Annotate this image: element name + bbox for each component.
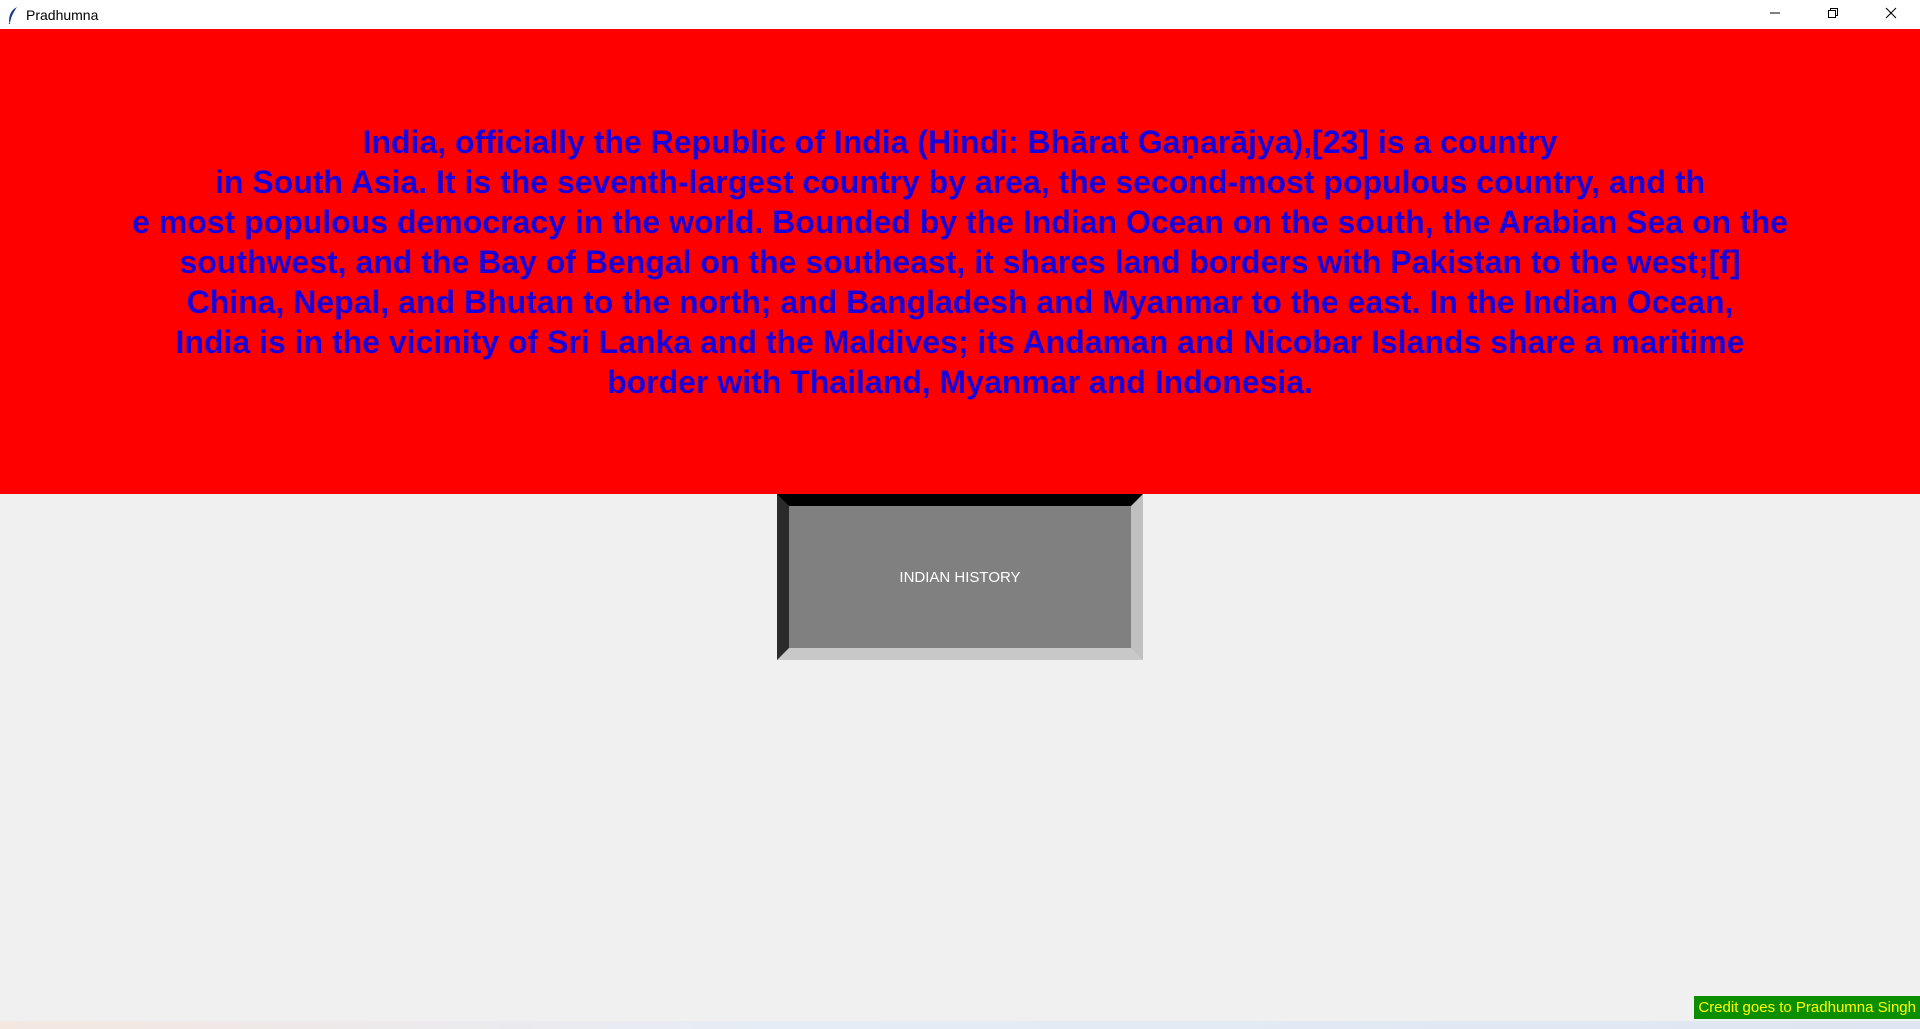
india-info-banner: India, officially the Republic of India …	[0, 29, 1920, 494]
close-icon	[1885, 6, 1897, 24]
restore-icon	[1827, 6, 1839, 24]
close-button[interactable]	[1862, 0, 1920, 29]
title-bar[interactable]: Pradhumna	[0, 0, 1920, 29]
minimize-icon	[1769, 6, 1781, 24]
description-line: China, Nepal, and Bhutan to the north; a…	[186, 283, 1734, 320]
credit-label: Credit goes to Pradhumna Singh	[1694, 996, 1920, 1019]
india-description: India, officially the Republic of India …	[0, 122, 1920, 402]
description-line: India is in the vicinity of Sri Lanka an…	[175, 323, 1745, 360]
minimize-button[interactable]	[1746, 0, 1804, 29]
description-line: e most populous democracy in the world. …	[132, 203, 1788, 240]
window-controls	[1746, 0, 1920, 29]
indian-history-label: INDIAN HISTORY	[899, 568, 1021, 586]
indian-history-button[interactable]: INDIAN HISTORY	[777, 494, 1143, 660]
restore-button[interactable]	[1804, 0, 1862, 29]
description-line: border with Thailand, Myanmar and Indone…	[607, 363, 1313, 400]
window-title: Pradhumna	[26, 6, 99, 23]
app-window: Pradhumna India, officially the Republic…	[0, 0, 1920, 1029]
taskbar-edge	[0, 1021, 1920, 1029]
description-line: in South Asia. It is the seventh-largest…	[215, 163, 1705, 200]
description-line: southwest, and the Bay of Bengal on the …	[179, 243, 1741, 280]
description-line: India, officially the Republic of India …	[362, 123, 1558, 160]
feather-icon	[6, 5, 20, 25]
